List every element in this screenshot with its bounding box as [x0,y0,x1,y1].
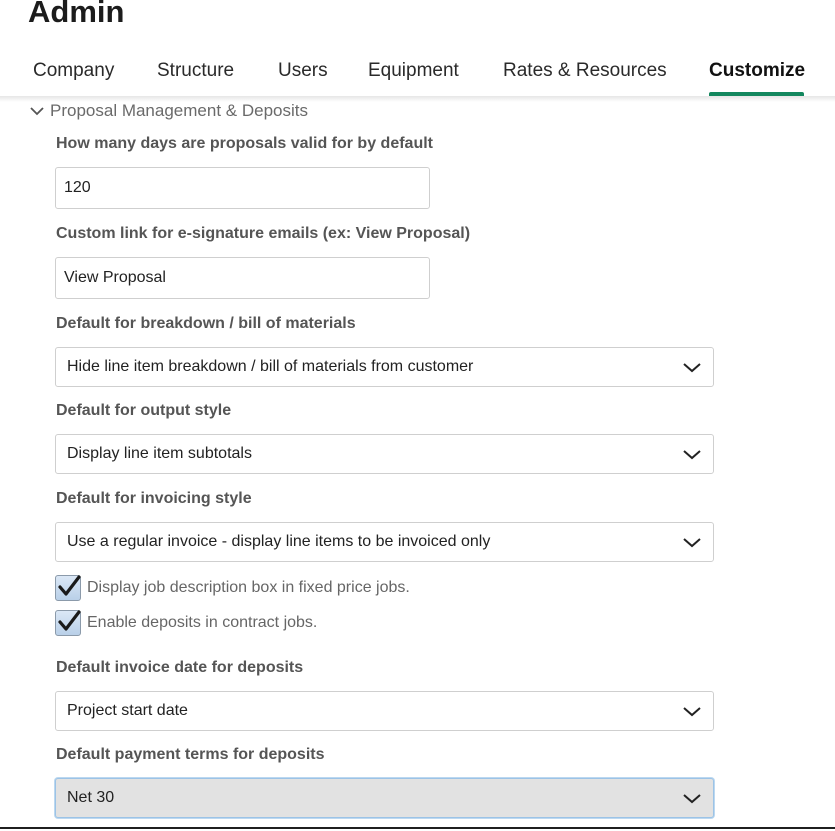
chevron-down-icon [683,363,701,373]
chevron-down-icon [683,707,701,717]
output-style-select-value: Display line item subtotals [67,445,252,462]
section-toggle-proposal-management[interactable]: Proposal Management & Deposits [28,100,308,122]
chevron-down-icon [683,538,701,548]
tab-customize[interactable]: Customize [709,60,805,82]
deposit-payment-terms-select-value: Net 30 [67,789,115,806]
chevron-down-icon [683,794,701,804]
deposit-invoice-date-select[interactable]: Project start date [55,691,714,731]
breakdown-label: Default for breakdown / bill of material… [56,315,356,332]
tab-company[interactable]: Company [33,60,114,82]
breakdown-select[interactable]: Hide line item breakdown / bill of mater… [55,347,714,387]
enable-deposits-checkbox[interactable] [55,610,81,636]
admin-tabs: Company Structure Users Equipment Rates … [0,50,835,96]
output-style-select[interactable]: Display line item subtotals [55,434,714,474]
tab-equipment[interactable]: Equipment [368,60,459,82]
invoicing-style-select[interactable]: Use a regular invoice - display line ite… [55,522,714,562]
chevron-down-icon [683,450,701,460]
job-description-checkbox[interactable] [55,575,81,601]
deposit-payment-terms-label: Default payment terms for deposits [56,746,325,763]
deposit-invoice-date-label: Default invoice date for deposits [56,659,304,676]
window-bottom-border [0,827,835,829]
valid-days-label: How many days are proposals valid for by… [56,135,433,152]
checkmark-icon [58,610,81,631]
invoicing-style-select-value: Use a regular invoice - display line ite… [67,533,491,550]
esign-link-input[interactable] [55,257,430,299]
deposit-payment-terms-select[interactable]: Net 30 [55,778,714,818]
invoicing-style-label: Default for invoicing style [56,490,252,507]
breakdown-select-value: Hide line item breakdown / bill of mater… [67,358,474,375]
tab-structure[interactable]: Structure [157,60,234,82]
section-title: Proposal Management & Deposits [50,101,308,120]
page-title: Admin [28,0,125,29]
valid-days-input[interactable] [55,167,430,209]
enable-deposits-checkbox-row[interactable]: Enable deposits in contract jobs. [55,610,317,636]
chevron-down-icon [30,107,44,116]
deposit-invoice-date-select-value: Project start date [67,702,188,719]
esign-link-label: Custom link for e-signature emails (ex: … [56,225,471,242]
output-style-label: Default for output style [56,402,232,419]
enable-deposits-checkbox-label: Enable deposits in contract jobs. [87,614,318,631]
tab-rates-resources[interactable]: Rates & Resources [503,60,667,82]
job-description-checkbox-label: Display job description box in fixed pri… [87,579,410,596]
job-description-checkbox-row[interactable]: Display job description box in fixed pri… [55,575,410,601]
checkmark-icon [58,575,81,596]
tab-users[interactable]: Users [278,60,328,82]
